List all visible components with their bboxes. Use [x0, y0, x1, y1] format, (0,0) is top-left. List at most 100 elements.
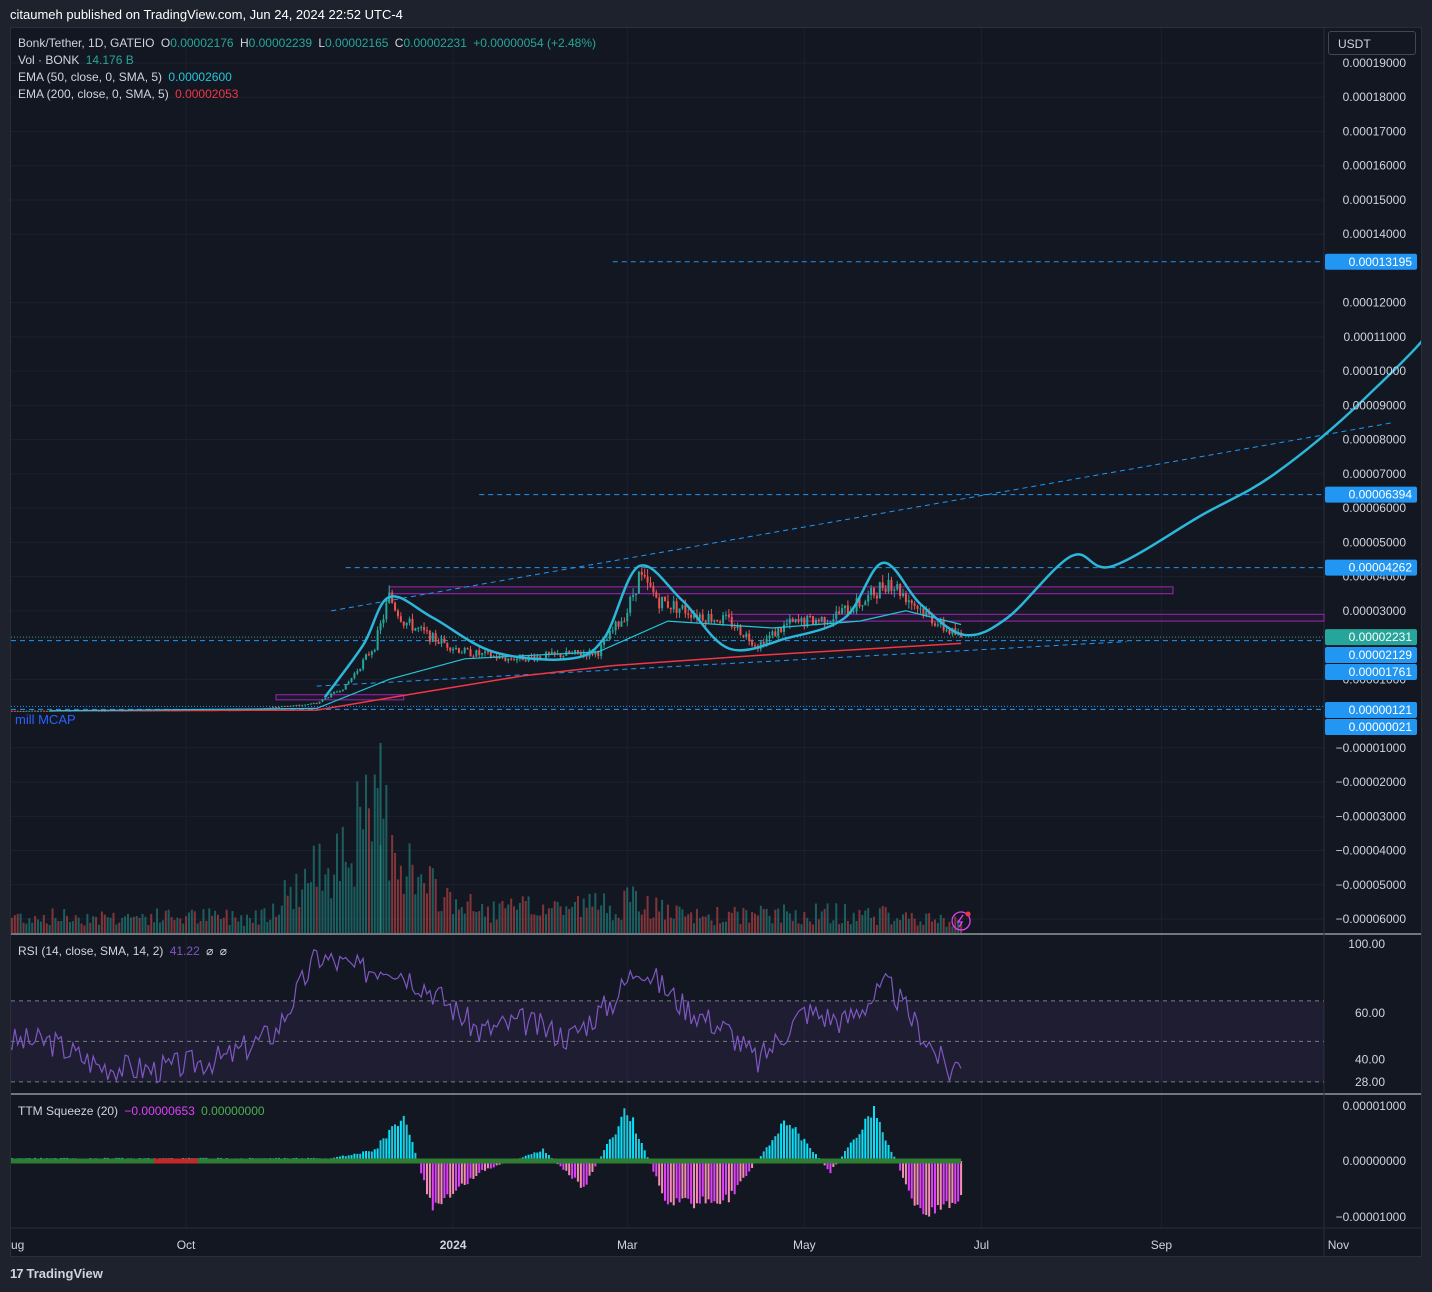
- ttm-histogram-bar: [452, 1161, 454, 1194]
- volume-bar: [490, 923, 492, 933]
- candle-body: [946, 630, 948, 631]
- volume-bar: [292, 909, 294, 933]
- volume-bar: [919, 921, 921, 933]
- volume-bar: [411, 865, 413, 933]
- ttm-tick-label: 0.00000000: [1343, 1154, 1407, 1168]
- volume-bar: [568, 909, 570, 933]
- drawn-projection-curve: [325, 118, 1421, 697]
- candle-body: [371, 651, 373, 655]
- ttm-legend: TTM Squeeze (20) −0.00000653 0.00000000: [18, 1104, 268, 1118]
- volume-bar: [214, 911, 216, 933]
- chart-canvas[interactable]: 0.00019000 0.00018000 0.00017000 0.00016000…: [11, 28, 1421, 1256]
- ttm-histogram-bar: [917, 1161, 919, 1205]
- candle-body: [661, 597, 663, 608]
- ttm-histogram-bar: [911, 1161, 913, 1198]
- volume-bar: [574, 902, 576, 933]
- ttm-histogram-bar: [676, 1161, 678, 1198]
- volume-bar: [107, 917, 109, 933]
- date-tick-label: Mar: [617, 1238, 638, 1252]
- volume-bar: [127, 914, 129, 933]
- volume-bar: [745, 910, 747, 933]
- high-value: 0.00002239: [249, 36, 312, 50]
- volume-bar: [243, 926, 245, 933]
- main-legend: Bonk/Tether, 1D, GATEIO O0.00002176 H0.0…: [18, 36, 599, 50]
- volume-bar: [258, 925, 260, 933]
- footer-brand[interactable]: 17 TradingView: [10, 1266, 103, 1281]
- ttm-histogram-bar: [905, 1161, 907, 1184]
- candle-body: [676, 601, 678, 613]
- ttm-histogram-bar: [954, 1161, 956, 1204]
- price-tick-label: 0.00003000: [1343, 604, 1407, 618]
- candle-body: [652, 586, 654, 592]
- candle-body: [716, 620, 718, 621]
- volume-bar: [185, 916, 187, 933]
- volume-bar: [435, 879, 437, 933]
- candle-body: [638, 572, 640, 594]
- ttm-histogram-bar: [731, 1161, 733, 1191]
- volume-bar: [844, 904, 846, 933]
- date-tick-label: May: [793, 1238, 816, 1252]
- volume-bar: [461, 907, 463, 933]
- candle-body: [870, 588, 872, 595]
- volume-label: Vol · BONK: [18, 53, 79, 67]
- date-tick-label: ug: [11, 1238, 24, 1252]
- volume-bar: [391, 835, 393, 933]
- ttm-histogram-bar: [429, 1161, 431, 1198]
- volume-bar: [946, 927, 948, 933]
- ttm-histogram-bar: [725, 1161, 727, 1195]
- volume-bar: [52, 909, 54, 933]
- ttm-histogram-bar: [864, 1119, 866, 1161]
- volume-bar: [246, 915, 248, 933]
- ttm-histogram-bar: [388, 1130, 390, 1161]
- candle-body: [324, 698, 326, 699]
- ttm-histogram-bar: [684, 1161, 686, 1198]
- candle-body: [432, 633, 434, 642]
- volume-bar: [670, 918, 672, 933]
- volume-bar: [800, 924, 802, 933]
- ttm-histogram-bar: [948, 1161, 950, 1208]
- ttm-histogram-bar: [577, 1161, 579, 1182]
- ttm-histogram-bar: [693, 1161, 695, 1208]
- candle-body: [545, 652, 547, 659]
- price-tick-label: −0.00004000: [1336, 844, 1407, 858]
- rsi-tick-label: 60.00: [1355, 1006, 1385, 1020]
- volume-bar: [377, 788, 379, 933]
- currency-button[interactable]: USDT: [1328, 31, 1416, 55]
- volume-bar: [202, 909, 204, 933]
- volume-bar: [501, 901, 503, 933]
- candle-body: [339, 691, 341, 692]
- volume-bar: [658, 911, 660, 933]
- ttm-histogram-bar: [409, 1135, 411, 1161]
- ttm-histogram-bar: [885, 1140, 887, 1161]
- volume-bar: [414, 894, 416, 933]
- volume-bar: [110, 918, 112, 933]
- volume-bar: [873, 917, 875, 933]
- volume-bar: [803, 912, 805, 933]
- ttm-histogram-bar: [722, 1161, 724, 1200]
- volume-bar: [728, 912, 730, 933]
- ttm-histogram-bar: [882, 1132, 884, 1161]
- candle-body: [664, 597, 666, 601]
- candle-body: [853, 612, 855, 613]
- candle-body: [864, 602, 866, 606]
- price-tick-label: 0.00016000: [1343, 159, 1407, 173]
- volume-bar: [470, 894, 472, 933]
- candle-body: [327, 697, 329, 698]
- volume-bar: [171, 917, 173, 933]
- candle-body: [313, 703, 315, 704]
- tradingview-logo-icon: 17: [10, 1266, 22, 1281]
- ttm-histogram-bar: [461, 1161, 463, 1184]
- volume-bar: [917, 925, 919, 933]
- candle-body: [769, 635, 771, 638]
- candle-body: [548, 652, 550, 654]
- volume-bar: [467, 902, 469, 933]
- ttm-histogram-bar: [940, 1161, 942, 1210]
- date-tick-label: Jul: [974, 1238, 989, 1252]
- ttm-histogram-bar: [728, 1161, 730, 1202]
- candle-body: [905, 593, 907, 602]
- volume-bar: [795, 910, 797, 933]
- alert-dot-icon: [966, 912, 971, 917]
- price-tick-label: 0.00009000: [1343, 398, 1407, 412]
- volume-bar: [194, 911, 196, 933]
- volume-bar: [571, 907, 573, 933]
